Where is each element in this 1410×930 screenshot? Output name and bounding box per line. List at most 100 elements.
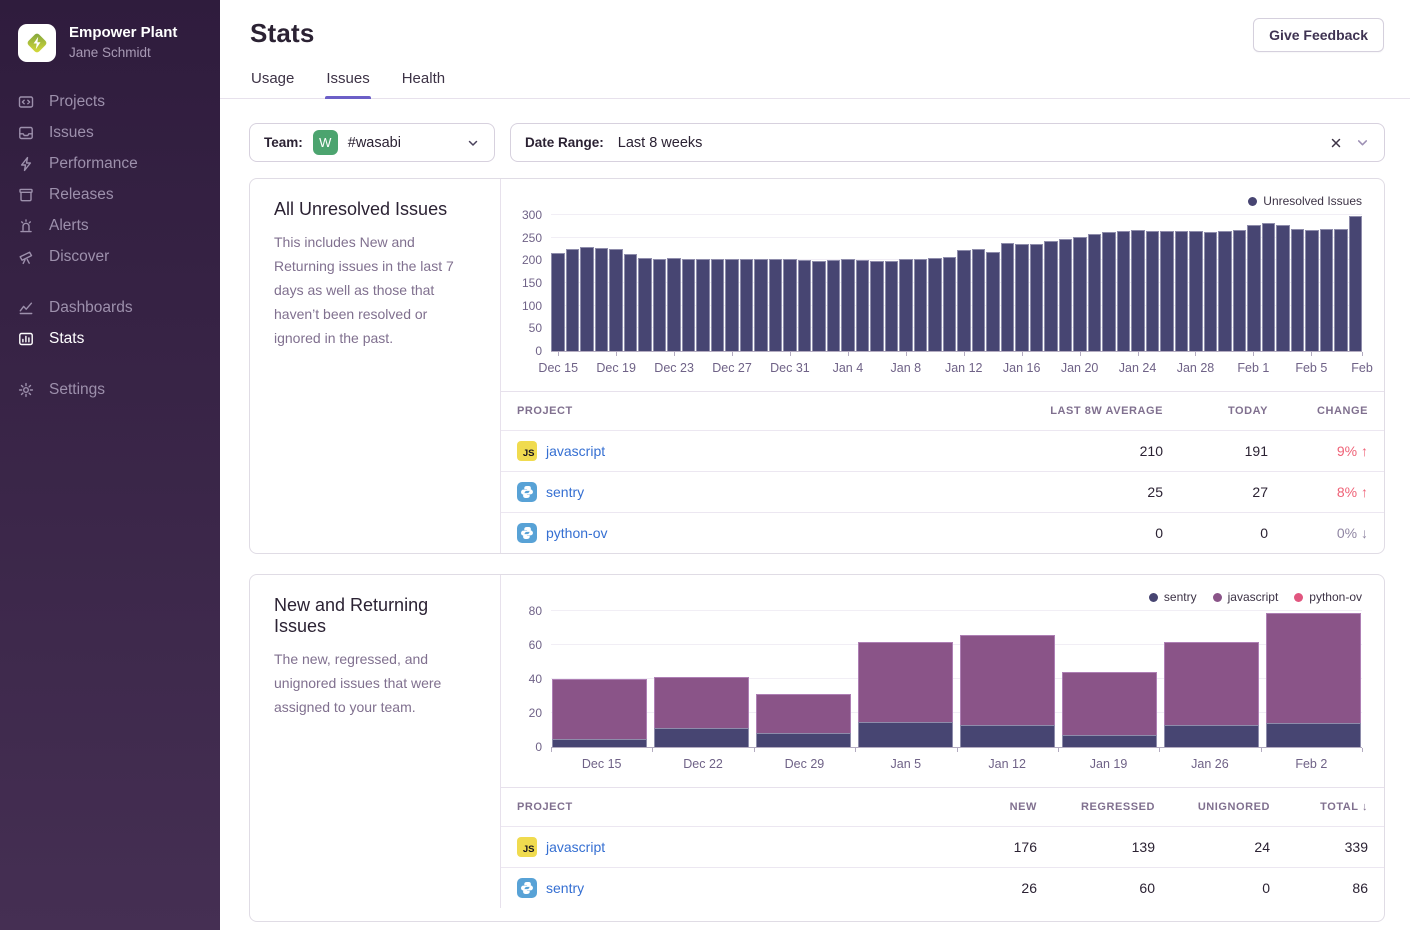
y-tick-label: 250 bbox=[522, 231, 542, 245]
bar-segment-javascript bbox=[1062, 672, 1157, 735]
project-link-sentry[interactable]: sentry bbox=[546, 880, 584, 896]
tabs: Usage Issues Health bbox=[220, 64, 1410, 99]
sentry-org-logo bbox=[18, 24, 56, 62]
sidebar-item-label: Stats bbox=[49, 330, 84, 348]
date-range-select[interactable]: Date Range: Last 8 weeks bbox=[510, 123, 1385, 162]
sidebar-item-releases[interactable]: Releases bbox=[0, 179, 220, 210]
chart-body: 050100150200250300 bbox=[517, 215, 1362, 351]
x-tick-label: Feb 1 bbox=[1237, 361, 1269, 375]
logo-diamond-icon bbox=[24, 30, 50, 56]
team-select[interactable]: Team: W #wasabi bbox=[249, 123, 495, 162]
x-tick-label: Feb bbox=[1351, 361, 1373, 375]
projects-icon bbox=[18, 94, 34, 110]
total-value: 86 bbox=[1270, 880, 1368, 896]
total-value: 339 bbox=[1270, 839, 1368, 855]
table-header-row: PROJECT LAST 8W AVERAGE TODAY CHANGE bbox=[501, 392, 1384, 430]
sidebar-item-settings[interactable]: Settings bbox=[0, 374, 220, 405]
daily-bar bbox=[1204, 232, 1218, 351]
daily-bar bbox=[1291, 229, 1305, 351]
change-value: 9% ↑ bbox=[1268, 443, 1368, 459]
tab-usage[interactable]: Usage bbox=[250, 64, 295, 98]
y-tick-label: 300 bbox=[522, 208, 542, 222]
x-tick-label: Dec 23 bbox=[654, 361, 694, 375]
project-link-sentry[interactable]: sentry bbox=[546, 484, 584, 500]
new-returning-issues-chart[interactable]: sentryjavascriptpython-ov 020406080 Dec … bbox=[501, 575, 1384, 787]
stacked-bar bbox=[1266, 611, 1361, 747]
sidebar-item-stats[interactable]: Stats bbox=[0, 323, 220, 354]
panel-title: All Unresolved Issues bbox=[274, 199, 476, 220]
sidebar-item-discover[interactable]: Discover bbox=[0, 241, 220, 272]
daily-bar bbox=[1131, 230, 1145, 351]
bar-segment-javascript bbox=[858, 642, 953, 722]
tab-issues[interactable]: Issues bbox=[325, 64, 370, 98]
col-header-total-sorted[interactable]: TOTAL ↓ bbox=[1270, 801, 1368, 813]
legend-item-unresolved[interactable]: Unresolved Issues bbox=[1248, 194, 1362, 208]
project-link-python-ov[interactable]: python-ov bbox=[546, 525, 607, 541]
clear-date-range-button[interactable] bbox=[1327, 134, 1345, 152]
daily-bar bbox=[798, 260, 812, 351]
app-root: Empower Plant Jane Schmidt Projects Issu… bbox=[0, 0, 1410, 930]
daily-bar bbox=[1218, 231, 1232, 351]
legend-dot-icon bbox=[1248, 197, 1257, 206]
legend-label: python-ov bbox=[1309, 590, 1362, 604]
y-tick-label: 40 bbox=[529, 672, 542, 686]
legend-item-javascript[interactable]: javascript bbox=[1213, 590, 1279, 604]
daily-bar bbox=[812, 261, 826, 351]
daily-bar bbox=[696, 259, 710, 351]
project-link-javascript[interactable]: javascript bbox=[546, 443, 605, 459]
stacked-bar bbox=[756, 611, 851, 747]
x-tick-mark bbox=[754, 748, 755, 752]
x-tick-mark bbox=[652, 748, 653, 752]
y-tick-label: 20 bbox=[529, 706, 542, 720]
org-name: Empower Plant bbox=[69, 24, 177, 43]
daily-bar bbox=[1262, 223, 1276, 351]
panel-description-column: New and Returning Issues The new, regres… bbox=[250, 575, 501, 908]
col-header-new[interactable]: NEW bbox=[932, 801, 1037, 813]
col-header-regressed[interactable]: REGRESSED bbox=[1037, 801, 1155, 813]
legend-item-sentry[interactable]: sentry bbox=[1149, 590, 1197, 604]
bar-segment-sentry bbox=[756, 733, 851, 747]
y-tick-label: 150 bbox=[522, 276, 542, 290]
sidebar-item-alerts[interactable]: Alerts bbox=[0, 210, 220, 241]
chart1-plot bbox=[551, 215, 1362, 351]
x-tick-label: Dec 15 bbox=[538, 361, 578, 375]
legend-dot-icon bbox=[1213, 593, 1222, 602]
bar-segment-sentry bbox=[1266, 723, 1361, 747]
x-tick-label: Jan 20 bbox=[1061, 361, 1099, 375]
unresolved-issues-chart[interactable]: Unresolved Issues 050100150200250300 Dec… bbox=[501, 179, 1384, 391]
chevron-down-icon bbox=[466, 136, 480, 150]
team-value: #wasabi bbox=[348, 135, 456, 151]
x-tick-mark bbox=[1253, 352, 1254, 356]
bar-segment-javascript bbox=[1266, 613, 1361, 724]
x-tick-label: Jan 28 bbox=[1177, 361, 1215, 375]
date-range-label: Date Range: bbox=[525, 135, 604, 150]
unignored-value: 0 bbox=[1155, 880, 1270, 896]
col-header-unignored[interactable]: UNIGNORED bbox=[1155, 801, 1270, 813]
daily-bar bbox=[827, 260, 841, 351]
today-value: 191 bbox=[1163, 443, 1268, 459]
sidebar-item-issues[interactable]: Issues bbox=[0, 117, 220, 148]
daily-bar bbox=[1001, 243, 1015, 351]
y-tick-label: 60 bbox=[529, 638, 542, 652]
tab-health[interactable]: Health bbox=[401, 64, 446, 98]
org-switcher[interactable]: Empower Plant Jane Schmidt bbox=[0, 14, 220, 86]
legend-item-python-ov[interactable]: python-ov bbox=[1294, 590, 1362, 604]
daily-bar bbox=[943, 257, 957, 351]
chart2-plot bbox=[551, 611, 1362, 747]
daily-bar bbox=[914, 259, 928, 351]
sidebar-item-projects[interactable]: Projects bbox=[0, 86, 220, 117]
daily-bar bbox=[1175, 231, 1189, 351]
chart1-xaxis: Dec 15Dec 19Dec 23Dec 27Dec 31Jan 4Jan 8… bbox=[551, 351, 1362, 391]
bar-segment-sentry bbox=[858, 722, 953, 748]
sidebar-item-dashboards[interactable]: Dashboards bbox=[0, 292, 220, 323]
change-value: 8% ↑ bbox=[1268, 484, 1368, 500]
sidebar-item-performance[interactable]: Performance bbox=[0, 148, 220, 179]
bar-segment-javascript bbox=[552, 679, 647, 739]
bar-segment-sentry bbox=[1164, 725, 1259, 747]
x-tick-mark bbox=[906, 352, 907, 356]
project-link-javascript[interactable]: javascript bbox=[546, 839, 605, 855]
give-feedback-button[interactable]: Give Feedback bbox=[1253, 18, 1384, 52]
daily-bar bbox=[551, 253, 565, 351]
daily-bar bbox=[1117, 231, 1131, 351]
average-value: 210 bbox=[983, 443, 1163, 459]
